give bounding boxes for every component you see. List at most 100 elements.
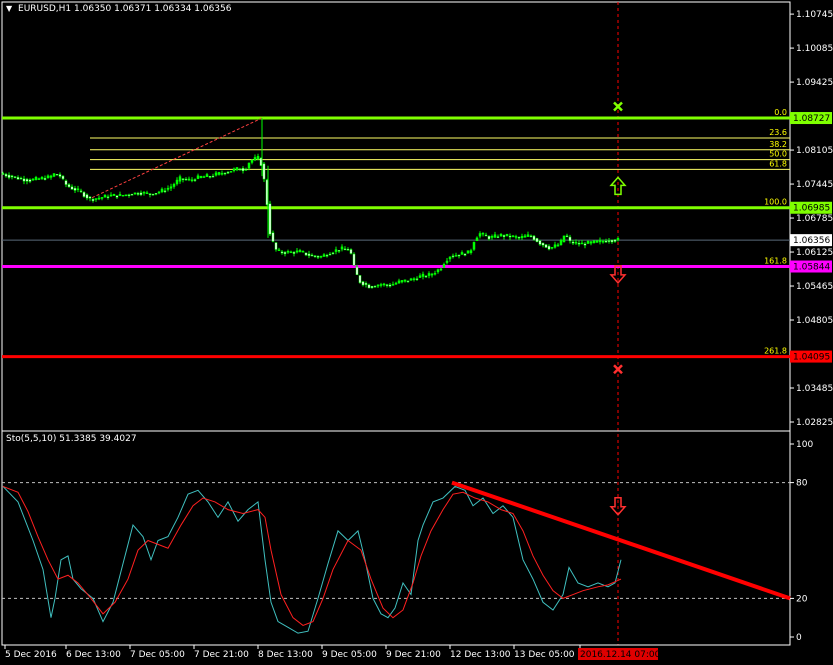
candle-body <box>136 193 140 195</box>
candle-body <box>67 184 71 188</box>
candle-body <box>145 192 149 194</box>
candle-body <box>277 249 281 252</box>
candle-body <box>295 250 299 253</box>
dropdown-triangle-icon[interactable]: ▼ <box>6 4 12 13</box>
candle-body <box>601 240 605 243</box>
candle-body <box>454 255 458 257</box>
price-tick-label: 1.08105 <box>796 146 833 156</box>
stoch-tick-label: 100 <box>796 440 813 450</box>
time-label: 2016.12.14 07:00 <box>580 650 661 660</box>
candle-body <box>31 178 35 181</box>
chart-canvas[interactable]: 1.10745 1.10085 1.09425 1.08105 1.07445 1.067… <box>0 0 833 665</box>
candle-body <box>361 281 365 286</box>
candle-body <box>544 244 548 248</box>
candle-body <box>343 248 347 251</box>
candle-body <box>112 194 116 196</box>
candle-body <box>82 192 86 197</box>
candle-body <box>478 233 482 237</box>
candle-body <box>37 178 41 180</box>
candle-body <box>133 192 137 195</box>
candle-body <box>424 275 428 278</box>
candle-body <box>130 194 134 196</box>
candle-body <box>475 237 479 242</box>
time-label: 7 Dec 21:00 <box>194 650 249 660</box>
candle-body <box>364 282 368 285</box>
price-tick-label: 1.04805 <box>796 316 833 326</box>
stoch-tick-label: 20 <box>796 594 808 604</box>
candle-body <box>451 255 455 258</box>
time-label: 13 Dec 05:00 <box>514 650 575 660</box>
candle-body <box>562 235 566 243</box>
candle-body <box>160 188 164 193</box>
candle-body <box>1 173 5 175</box>
candle-body <box>232 168 236 171</box>
candle-body <box>322 254 326 257</box>
cross-icon <box>613 364 623 375</box>
candle-body <box>568 236 572 242</box>
candle-body <box>250 159 254 163</box>
price-tag-label: 1.05844 <box>793 263 830 273</box>
candle-body <box>565 235 569 238</box>
stochastic-frame <box>1 430 791 646</box>
candle-body <box>508 235 512 238</box>
candle-body <box>496 236 500 238</box>
candle-body <box>190 179 194 182</box>
symbol-timeframe: EURUSD,H1 <box>18 4 72 14</box>
candle-body <box>466 250 470 254</box>
fib-level-label: 261.8 <box>764 347 787 356</box>
candle-body <box>286 251 290 253</box>
candle-body <box>4 174 8 177</box>
candle-body <box>244 169 248 171</box>
candle-body <box>256 155 260 160</box>
candle-body <box>427 273 431 276</box>
candle-body <box>352 253 356 266</box>
candle-body <box>553 244 557 248</box>
candle-body <box>76 188 80 191</box>
fib-level-label: 100.0 <box>764 198 787 207</box>
candle-body <box>391 284 395 286</box>
up-arrow-icon <box>609 176 627 196</box>
candle-body <box>52 173 56 177</box>
candle-body <box>397 280 401 284</box>
candle-body <box>70 186 74 190</box>
price-tick-label: 1.06125 <box>796 248 833 258</box>
time-label: 5 Dec 2016 <box>5 650 57 660</box>
candle-body <box>157 191 161 194</box>
stochastic-pane[interactable]: 100 80 20 0 <box>1 430 813 646</box>
candle-body <box>196 175 200 179</box>
candle-body <box>304 252 308 256</box>
fib-level-label: 38.2 <box>769 140 787 149</box>
candle-body <box>127 194 131 196</box>
candle-body <box>292 251 296 254</box>
candle-body <box>598 239 602 243</box>
candle-body <box>439 268 443 271</box>
candle-body <box>406 280 410 283</box>
time-label: 6 Dec 13:00 <box>66 650 121 660</box>
candle-body <box>373 286 377 288</box>
price-tick-label: 1.10085 <box>796 44 833 54</box>
candle-body <box>313 255 317 257</box>
candle-body <box>394 282 398 285</box>
candle-body <box>487 235 491 240</box>
candle-body <box>85 194 89 199</box>
candle-body <box>316 255 320 258</box>
candle-body <box>7 174 11 178</box>
candle-body <box>310 254 314 257</box>
candle-body <box>148 193 152 195</box>
candle-body <box>334 249 338 252</box>
candle-body <box>538 240 542 245</box>
time-label: 12 Dec 13:00 <box>450 650 511 660</box>
candle-body <box>382 283 386 286</box>
candle-body <box>94 198 98 200</box>
candle-body <box>79 190 83 192</box>
candle-body <box>463 253 467 256</box>
candle-body <box>142 191 146 194</box>
candle-body <box>28 179 32 182</box>
price-tick-label: 1.03485 <box>796 384 833 394</box>
candle-body <box>262 163 266 180</box>
fib-level-label: 0.0 <box>774 108 787 117</box>
candle-body <box>214 172 218 176</box>
candle-body <box>298 250 302 253</box>
candle-body <box>589 241 593 244</box>
candle-body <box>34 177 38 180</box>
